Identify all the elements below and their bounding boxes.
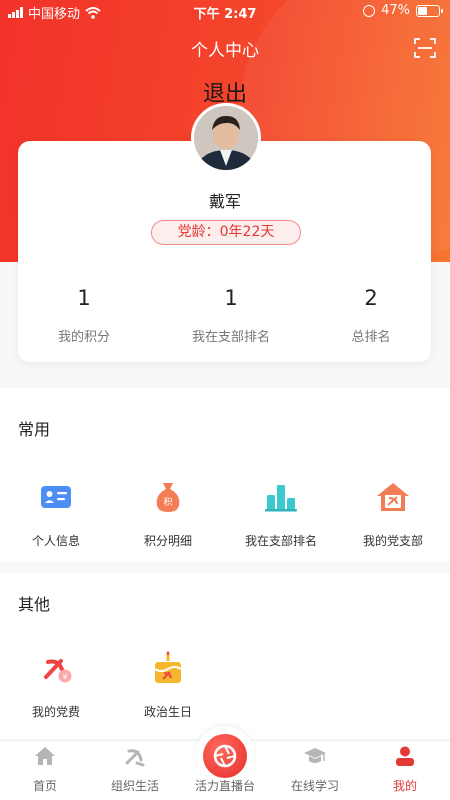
common-section: 常用 个人信息 积 积分明细 我在支部排名 我的党支部	[0, 388, 450, 562]
grid-item-party-fee[interactable]: ¥ 我的党费	[0, 649, 112, 720]
section-title: 其他	[18, 595, 51, 614]
tab-label: 组织生活	[110, 779, 159, 793]
grid-item-label: 我的党支部	[362, 534, 423, 548]
stat-label: 我在支部排名	[191, 330, 270, 345]
grid-item-label: 个人信息	[31, 534, 80, 548]
user-name: 戴军	[208, 192, 241, 211]
tab-label: 首页	[32, 779, 57, 793]
rotation-lock-icon	[363, 4, 376, 17]
camera-aperture-icon	[213, 744, 237, 768]
money-bag-icon: 积	[156, 483, 180, 512]
svg-text:积: 积	[163, 496, 172, 508]
party-age-badge: 党龄：0年22天	[151, 220, 301, 245]
tab-mine[interactable]: 我的	[360, 741, 450, 794]
grid-item-political-birthday[interactable]: 政治生日	[112, 649, 224, 720]
page-title: 个人中心	[191, 41, 259, 61]
stat-value: 1	[77, 286, 91, 310]
avatar[interactable]	[191, 103, 261, 173]
party-fee-icon: ¥	[44, 659, 72, 683]
section-title: 常用	[18, 420, 51, 439]
other-section: 其他 ¥ 我的党费 政治生日	[0, 573, 450, 739]
person-icon	[396, 746, 414, 766]
grid-item-label: 我在支部排名	[244, 534, 317, 548]
tab-online-learning[interactable]: 在线学习	[270, 741, 360, 794]
tab-label: 我的	[392, 779, 417, 793]
stat-total-rank[interactable]: 2 总排名	[296, 286, 446, 345]
tab-org-life[interactable]: 组织生活	[90, 741, 180, 794]
stat-value: 1	[224, 286, 238, 310]
grid-item-points-detail[interactable]: 积 积分明细	[112, 478, 224, 549]
tab-live[interactable]: 活力直播台	[180, 777, 270, 794]
stat-points[interactable]: 1 我的积分	[9, 286, 159, 345]
avatar-photo	[194, 106, 258, 170]
tab-label: 在线学习	[290, 779, 339, 793]
home-icon	[35, 747, 55, 765]
stat-label: 总排名	[351, 330, 391, 345]
bar-rank-icon	[265, 485, 297, 512]
grid-item-label: 我的党费	[31, 705, 80, 719]
party-house-icon	[377, 483, 409, 511]
id-card-icon	[41, 486, 71, 508]
grid-item-my-branch[interactable]: 我的党支部	[337, 478, 449, 549]
grid-item-label: 积分明细	[143, 534, 192, 548]
bottom-tab-bar: 首页 组织生活 活力直播台 在线学习 我的	[0, 726, 450, 800]
graduation-cap-icon	[304, 748, 326, 763]
birthday-cake-icon	[154, 651, 182, 683]
live-broadcast-button[interactable]	[203, 734, 247, 778]
party-emblem-icon	[125, 749, 145, 767]
stat-branch-rank[interactable]: 1 我在支部排名	[156, 286, 306, 345]
grid-item-personal-info[interactable]: 个人信息	[0, 478, 112, 549]
tab-home[interactable]: 首页	[0, 741, 90, 794]
battery-icon	[416, 4, 443, 17]
tab-label: 活力直播台	[194, 779, 255, 793]
stat-value: 2	[364, 286, 378, 310]
grid-item-branch-rank[interactable]: 我在支部排名	[225, 478, 337, 549]
grid-item-label: 政治生日	[143, 705, 192, 719]
scan-icon[interactable]	[414, 38, 436, 58]
status-bar: 中国移动 下午 2:47 47%	[0, 0, 450, 22]
svg-text:¥: ¥	[62, 673, 67, 682]
battery-percent: 47%	[381, 3, 410, 18]
stat-label: 我的积分	[57, 330, 110, 345]
